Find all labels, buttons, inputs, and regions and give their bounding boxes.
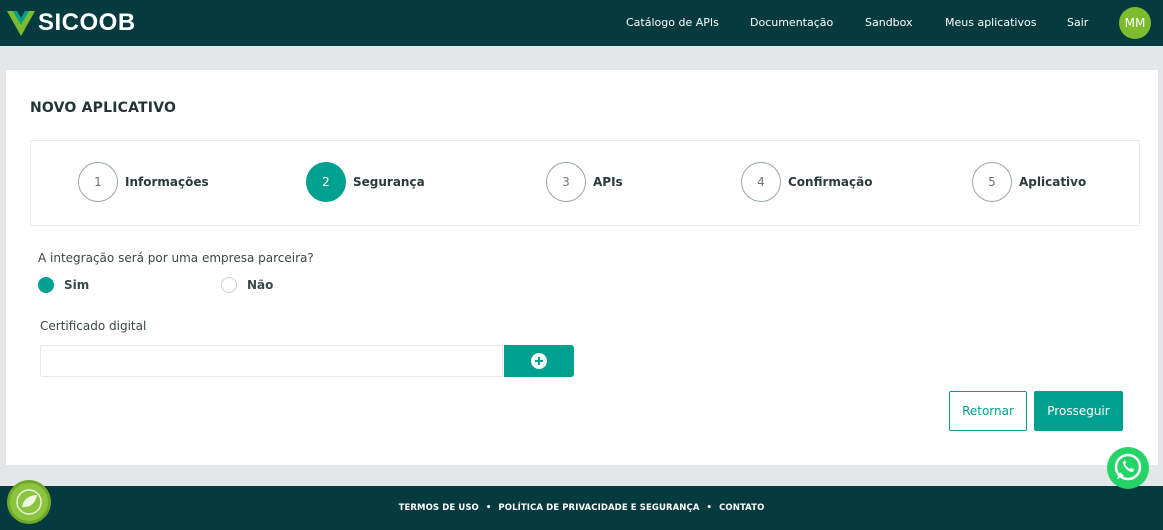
step-number: 2 xyxy=(306,162,346,202)
radio-sim[interactable]: Sim xyxy=(38,277,89,293)
footer-link-terms[interactable]: TERMOS DE USO xyxy=(399,503,479,513)
brand-logo[interactable]: SICOOB xyxy=(6,8,136,38)
radio-label: Não xyxy=(247,278,274,292)
plus-circle-icon xyxy=(531,353,547,369)
footer-links: TERMOS DE USO • POLÍTICA DE PRIVACIDADE … xyxy=(0,486,1163,530)
top-header: SICOOB Catálogo de APIs Documentação San… xyxy=(0,0,1163,46)
step-confirmacao: 4 Confirmação xyxy=(741,162,872,202)
step-label: APIs xyxy=(593,175,623,189)
nav-documentacao[interactable]: Documentação xyxy=(750,16,833,29)
step-number: 3 xyxy=(546,162,586,202)
step-aplicativo: 5 Aplicativo xyxy=(972,162,1086,202)
sustainability-badge-icon[interactable] xyxy=(7,480,51,524)
partner-question: A integração será por uma empresa parcei… xyxy=(38,251,314,265)
nav-meus-aplicativos[interactable]: Meus aplicativos xyxy=(945,16,1036,29)
step-seguranca: 2 Segurança xyxy=(306,162,425,202)
footer-separator: • xyxy=(485,503,492,513)
step-label: Confirmação xyxy=(788,175,873,189)
certificate-input[interactable] xyxy=(40,345,503,377)
proceed-button[interactable]: Prosseguir xyxy=(1034,391,1123,431)
sicoob-logo-icon xyxy=(7,11,35,36)
footer: TERMOS DE USO • POLÍTICA DE PRIVACIDADE … xyxy=(0,486,1163,530)
back-button[interactable]: Retornar xyxy=(949,391,1027,431)
radio-label: Sim xyxy=(64,278,90,292)
radio-button[interactable] xyxy=(38,277,54,293)
radio-nao[interactable]: Não xyxy=(221,277,273,293)
step-informacoes: 1 Informações xyxy=(78,162,209,202)
nav-sair[interactable]: Sair xyxy=(1067,16,1088,29)
chat-bubble-icon xyxy=(1114,453,1142,481)
whatsapp-icon[interactable] xyxy=(1107,447,1149,489)
step-number: 4 xyxy=(741,162,781,202)
nav-sandbox[interactable]: Sandbox xyxy=(865,16,913,29)
nav-catalogo-apis[interactable]: Catálogo de APIs xyxy=(626,16,719,29)
stepper: 1 Informações 2 Segurança 3 APIs 4 Confi… xyxy=(30,140,1140,226)
step-label: Segurança xyxy=(353,175,425,189)
footer-link-privacy[interactable]: POLÍTICA DE PRIVACIDADE E SEGURANÇA xyxy=(498,503,699,513)
step-apis: 3 APIs xyxy=(546,162,623,202)
add-certificate-button[interactable] xyxy=(504,345,574,377)
footer-link-contact[interactable]: CONTATO xyxy=(719,503,764,513)
user-avatar[interactable]: MM xyxy=(1119,7,1151,39)
leaf-icon xyxy=(16,489,42,515)
page-title: NOVO APLICATIVO xyxy=(30,100,177,116)
step-number: 1 xyxy=(78,162,118,202)
brand-name: SICOOB xyxy=(38,9,136,36)
certificate-label: Certificado digital xyxy=(40,319,147,333)
footer-separator: • xyxy=(706,503,713,513)
radio-button[interactable] xyxy=(221,277,237,293)
step-label: Aplicativo xyxy=(1019,175,1087,189)
step-number: 5 xyxy=(972,162,1012,202)
new-app-card: NOVO APLICATIVO 1 Informações 2 Seguranç… xyxy=(6,70,1158,465)
step-label: Informações xyxy=(125,175,209,189)
